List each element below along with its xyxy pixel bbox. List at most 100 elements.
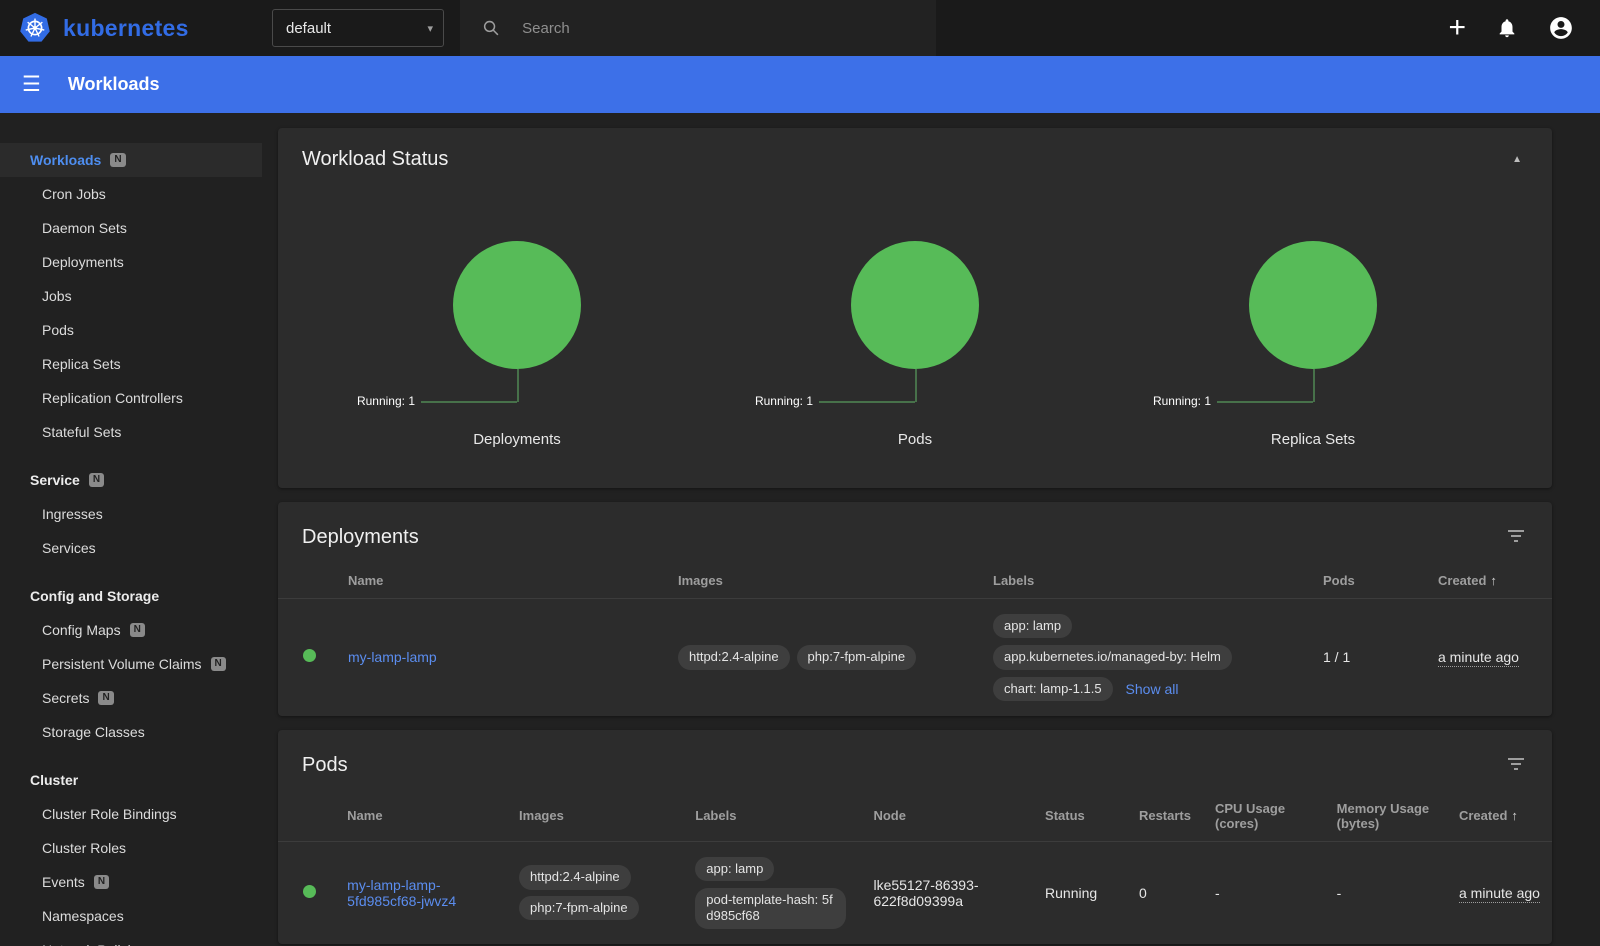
legend-line-horizontal	[421, 401, 517, 403]
filter-icon	[1506, 754, 1526, 774]
pods-col-node: Node	[861, 791, 1033, 842]
sidebar-item-cron-jobs[interactable]: Cron Jobs	[0, 177, 262, 211]
pods-col-labels: Labels	[683, 791, 861, 842]
pods-col-name[interactable]: Name	[335, 791, 507, 842]
menu-button[interactable]: ☰	[22, 74, 41, 95]
hamburger-icon: ☰	[22, 74, 41, 95]
sidebar-item-workloads[interactable]: Workloads N	[0, 143, 262, 177]
sidebar-item-deployments[interactable]: Deployments	[0, 245, 262, 279]
pods-pie-chart	[851, 241, 979, 369]
sidebar-item-label: Cluster	[30, 772, 78, 788]
chevron-up-icon: ▲	[1512, 154, 1522, 165]
main-content: Workload Status ▲ Running: 1 Deployments	[262, 113, 1600, 946]
sort-asc-icon: ↑	[1511, 808, 1518, 823]
image-chip: httpd:2.4-alpine	[678, 645, 790, 669]
sidebar-item-label: Events	[42, 874, 85, 890]
sidebar-item-label: Storage Classes	[42, 724, 145, 740]
namespace-selector[interactable]: default ▾	[272, 9, 444, 47]
pod-memory-usage: -	[1325, 841, 1447, 943]
sidebar-item-secrets[interactable]: Secrets N	[0, 681, 262, 715]
label-chip: app: lamp	[993, 614, 1072, 638]
pod-name-link[interactable]: my-lamp-lamp-5fd985cf68-jwvz4	[347, 877, 456, 909]
sidebar-item-jobs[interactable]: Jobs	[0, 279, 262, 313]
pods-col-restarts: Restarts	[1127, 791, 1203, 842]
layout: Workloads N Cron Jobs Daemon Sets Deploy…	[0, 113, 1600, 946]
sidebar-item-label: Secrets	[42, 690, 89, 706]
legend-line-horizontal	[1217, 401, 1313, 403]
label-chip: app.kubernetes.io/managed-by: Helm	[993, 645, 1232, 669]
sidebar-item-service[interactable]: Service N	[0, 463, 262, 497]
show-all-labels-link[interactable]: Show all	[1126, 681, 1179, 697]
column-label: Created	[1459, 808, 1507, 823]
sidebar-item-pods[interactable]: Pods	[0, 313, 262, 347]
workload-status-card: Workload Status ▲ Running: 1 Deployments	[278, 128, 1552, 488]
sidebar-item-config-and-storage[interactable]: Config and Storage	[0, 579, 262, 613]
chevron-down-icon: ▾	[427, 22, 433, 35]
deployments-col-name[interactable]: Name	[336, 563, 666, 599]
pods-col-cpu: CPU Usage (cores)	[1203, 791, 1325, 842]
sidebar-item-namespaces[interactable]: Namespaces	[0, 899, 262, 933]
label-chip: app: lamp	[695, 857, 774, 881]
sidebar-item-persistent-volume-claims[interactable]: Persistent Volume Claims N	[0, 647, 262, 681]
node-name: lke55127-86393-622f8d09399a	[873, 877, 978, 909]
deployments-col-pods: Pods	[1311, 563, 1426, 599]
sidebar-item-network-policies[interactable]: Network Policies	[0, 933, 262, 946]
deployments-card-header: Deployments	[278, 502, 1552, 563]
pods-col-images: Images	[507, 791, 683, 842]
sidebar-item-stateful-sets[interactable]: Stateful Sets	[0, 415, 262, 449]
account-button[interactable]	[1548, 15, 1574, 41]
collapse-card-button[interactable]: ▲	[1496, 146, 1538, 173]
kubernetes-logo-link[interactable]: kubernetes	[0, 11, 262, 45]
sidebar-item-replication-controllers[interactable]: Replication Controllers	[0, 381, 262, 415]
pods-header-row: Name Images Labels Node Status Restarts …	[278, 791, 1552, 842]
deployment-row[interactable]: my-lamp-lamp httpd:2.4-alpine php:7-fpm-…	[278, 599, 1552, 716]
deployments-col-images: Images	[666, 563, 981, 599]
filter-button[interactable]	[1494, 748, 1538, 783]
created-timestamp: a minute ago	[1438, 649, 1519, 667]
sidebar-item-label: Ingresses	[42, 506, 103, 522]
column-label: Created	[1438, 573, 1486, 588]
sidebar-item-cluster-roles[interactable]: Cluster Roles	[0, 831, 262, 865]
deployments-col-created[interactable]: Created↑	[1426, 563, 1552, 599]
create-resource-button[interactable]: +	[1448, 13, 1466, 43]
legend-line-vertical	[1313, 369, 1315, 402]
notifications-button[interactable]	[1496, 17, 1518, 39]
sidebar-item-label: Config and Storage	[30, 588, 159, 604]
image-chip: php:7-fpm-alpine	[519, 896, 639, 920]
kubernetes-logo-icon	[18, 11, 52, 45]
sidebar-item-label: Persistent Volume Claims	[42, 656, 202, 672]
image-chip: php:7-fpm-alpine	[797, 645, 917, 669]
pods-col-memory: Memory Usage (bytes)	[1325, 791, 1447, 842]
pods-table: Name Images Labels Node Status Restarts …	[278, 791, 1552, 944]
sidebar-item-cluster-role-bindings[interactable]: Cluster Role Bindings	[0, 797, 262, 831]
workload-chart-pods: Running: 1 Pods	[716, 241, 1114, 448]
status-column	[278, 563, 336, 599]
pod-row[interactable]: my-lamp-lamp-5fd985cf68-jwvz4 httpd:2.4-…	[278, 841, 1552, 943]
sidebar-item-label: Deployments	[42, 254, 124, 270]
created-timestamp: a minute ago	[1459, 885, 1540, 903]
sidebar-item-storage-classes[interactable]: Storage Classes	[0, 715, 262, 749]
sidebar-item-services[interactable]: Services	[0, 531, 262, 565]
deployment-name-link[interactable]: my-lamp-lamp	[348, 649, 437, 665]
account-icon	[1548, 15, 1574, 41]
replica-sets-pie-chart	[1249, 241, 1377, 369]
search-bar	[460, 0, 936, 56]
sidebar-item-label: Replica Sets	[42, 356, 121, 372]
bell-icon	[1496, 17, 1518, 39]
pods-col-status: Status	[1033, 791, 1127, 842]
sidebar-item-replica-sets[interactable]: Replica Sets	[0, 347, 262, 381]
search-input[interactable]	[522, 20, 920, 37]
sidebar-item-ingresses[interactable]: Ingresses	[0, 497, 262, 531]
sidebar-item-events[interactable]: Events N	[0, 865, 262, 899]
filter-button[interactable]	[1494, 520, 1538, 555]
sidebar-item-cluster[interactable]: Cluster	[0, 763, 262, 797]
new-badge: N	[89, 473, 104, 487]
pod-status: Running	[1033, 841, 1127, 943]
sidebar-item-daemon-sets[interactable]: Daemon Sets	[0, 211, 262, 245]
sidebar-item-label: Workloads	[30, 152, 101, 168]
sidebar-item-config-maps[interactable]: Config Maps N	[0, 613, 262, 647]
brand-name: kubernetes	[63, 15, 189, 42]
filter-icon	[1506, 526, 1526, 546]
new-badge: N	[211, 657, 226, 671]
pods-col-created[interactable]: Created ↑	[1447, 791, 1552, 842]
